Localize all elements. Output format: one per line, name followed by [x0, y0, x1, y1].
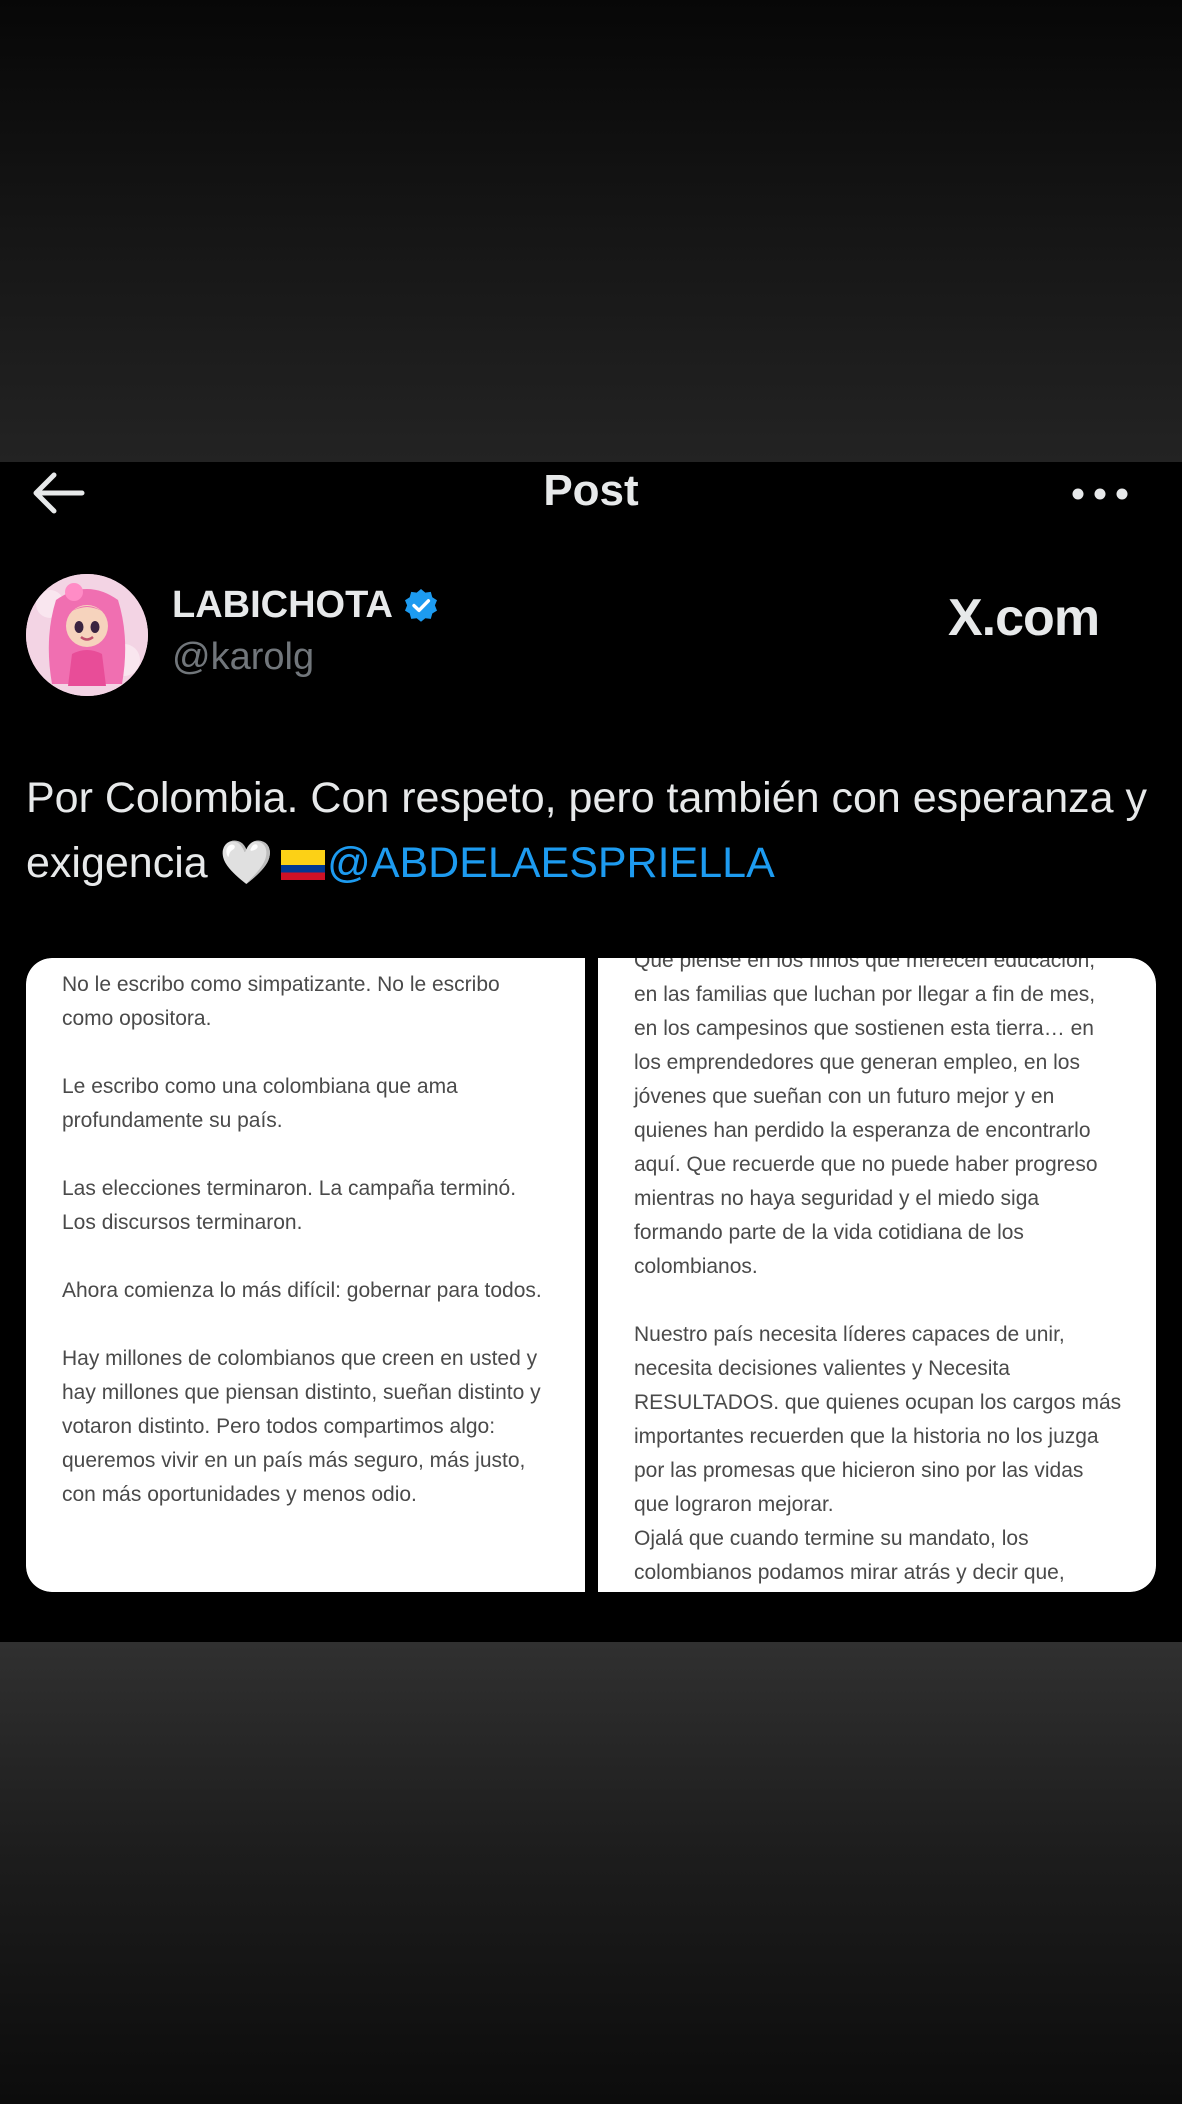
letter-paragraph: Ahora comienza lo más difícil: gobernar … — [62, 1279, 542, 1302]
x-watermark: X.com — [948, 589, 1100, 647]
tweet-text: Por Colombia. Con respeto, pero también … — [26, 766, 1156, 896]
mention-link[interactable]: @ABDELAESPRIELLA — [327, 839, 775, 887]
story-background-top — [0, 0, 1182, 462]
colombia-flag-icon — [281, 850, 326, 880]
letter-image-left: No le escribo como simpatizante. No le e… — [26, 958, 585, 1592]
avatar[interactable] — [26, 574, 148, 696]
author-handle[interactable]: @karolg — [172, 636, 314, 679]
avatar-illustration — [26, 574, 148, 696]
story-frame: Post LABICHOTA @karolg X.com Por Colombi… — [0, 0, 1182, 2104]
post-header-bar: Post — [0, 462, 1182, 520]
letter-paragraph: Las elecciones terminaron. La campaña te… — [62, 1177, 517, 1234]
letter-paragraph: Le escribo como una colombiana que ama p… — [62, 1075, 458, 1132]
letter-paragraph: Ojalá que cuando termine su mandato, los… — [634, 1527, 1065, 1584]
more-options-button[interactable] — [1064, 474, 1136, 514]
letter-paragraph: Que piense en los niños que merecen educ… — [634, 958, 1098, 1278]
display-name-text: LABICHOTA — [172, 584, 393, 626]
story-background-bottom — [0, 1642, 1182, 2104]
letter-paragraph: No le escribo como simpatizante. No le e… — [62, 973, 500, 1030]
page-title: Post — [543, 466, 639, 515]
back-arrow-icon — [33, 472, 85, 514]
back-button[interactable] — [28, 468, 88, 518]
letter-image-right: Que piense en los niños que merecen educ… — [598, 958, 1156, 1592]
letter-paragraph: Nuestro país necesita líderes capaces de… — [634, 1323, 1122, 1516]
media-attachment[interactable]: No le escribo como simpatizante. No le e… — [26, 958, 1156, 1592]
post-screenshot: Post LABICHOTA @karolg X.com Por Colombi… — [0, 462, 1182, 1642]
letter-paragraph: Hay millones de colombianos que creen en… — [62, 1347, 541, 1506]
more-options-icon — [1072, 488, 1128, 500]
verified-badge-icon — [404, 588, 437, 622]
author-display-name[interactable]: LABICHOTA — [172, 584, 439, 627]
